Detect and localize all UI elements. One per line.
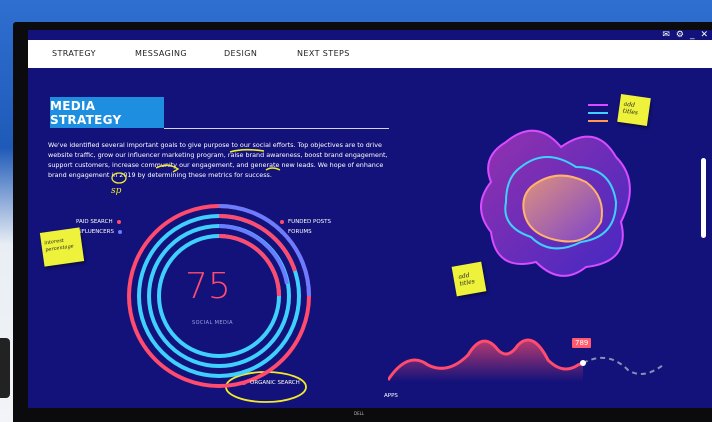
- title-underline: [164, 128, 389, 129]
- scrollbar[interactable]: [701, 158, 706, 238]
- area-dashed-projection: [582, 356, 664, 375]
- area-chart: [388, 338, 664, 382]
- legend-label: PAID SEARCH: [76, 219, 113, 225]
- organic-search-legend: ORGANIC SEARCH: [242, 380, 300, 386]
- sticky-note-text: interest percentage: [43, 237, 75, 254]
- ring-2-arc: [218, 214, 297, 272]
- window-controls: ✉ ⚙ _ ✕: [662, 31, 708, 40]
- legend-left: PAID SEARCH INFLUENCERS: [76, 217, 122, 237]
- sticky-note-text: add titles: [622, 100, 639, 117]
- mail-icon[interactable]: ✉: [662, 31, 670, 40]
- area-point: [580, 360, 586, 366]
- sp-handwritten: sp: [111, 186, 122, 196]
- minimize-icon[interactable]: _: [690, 31, 695, 40]
- monitor-side-knob: [0, 338, 10, 398]
- ring-outer-cap: [218, 204, 311, 297]
- legend-item: PAID SEARCH: [76, 217, 122, 227]
- tab-messaging[interactable]: MESSAGING: [135, 49, 187, 58]
- sticky-note-text: add titles: [457, 271, 476, 288]
- strategy-paragraph: We've identified several important goals…: [48, 141, 388, 179]
- sticky-note: add titles: [451, 261, 487, 297]
- page-title: MEDIA STRATEGY: [50, 97, 164, 128]
- sticky-note: add titles: [617, 94, 651, 126]
- sticky-note: interest percentage: [39, 227, 85, 267]
- ring-label: SOCIAL MEDIA: [192, 320, 233, 326]
- legend-dot: [242, 381, 246, 385]
- list-lines-icon: [588, 104, 608, 122]
- dell-logo: DELL: [354, 411, 365, 416]
- blob-graphic: [480, 129, 631, 277]
- close-icon[interactable]: ✕: [700, 31, 708, 40]
- presentation-screen: ✉ ⚙ _ ✕ STRATEGY MESSAGING DESIGN NEXT S…: [28, 30, 712, 408]
- legend-label: ORGANIC SEARCH: [250, 380, 300, 386]
- legend-label: INFLUENCERS: [76, 229, 114, 235]
- apps-label: APPS: [384, 393, 398, 399]
- area-value-badge: 789: [572, 338, 592, 348]
- blob-inner: [522, 174, 603, 243]
- gear-icon[interactable]: ⚙: [676, 31, 684, 40]
- legend-item: INFLUENCERS: [76, 227, 122, 237]
- top-nav-bar: STRATEGY MESSAGING DESIGN NEXT STEPS: [28, 40, 712, 68]
- tab-next-steps[interactable]: NEXT STEPS: [297, 49, 350, 58]
- ring-value: 75: [185, 266, 231, 307]
- tab-design[interactable]: DESIGN: [224, 49, 257, 58]
- tab-strategy[interactable]: STRATEGY: [52, 49, 96, 58]
